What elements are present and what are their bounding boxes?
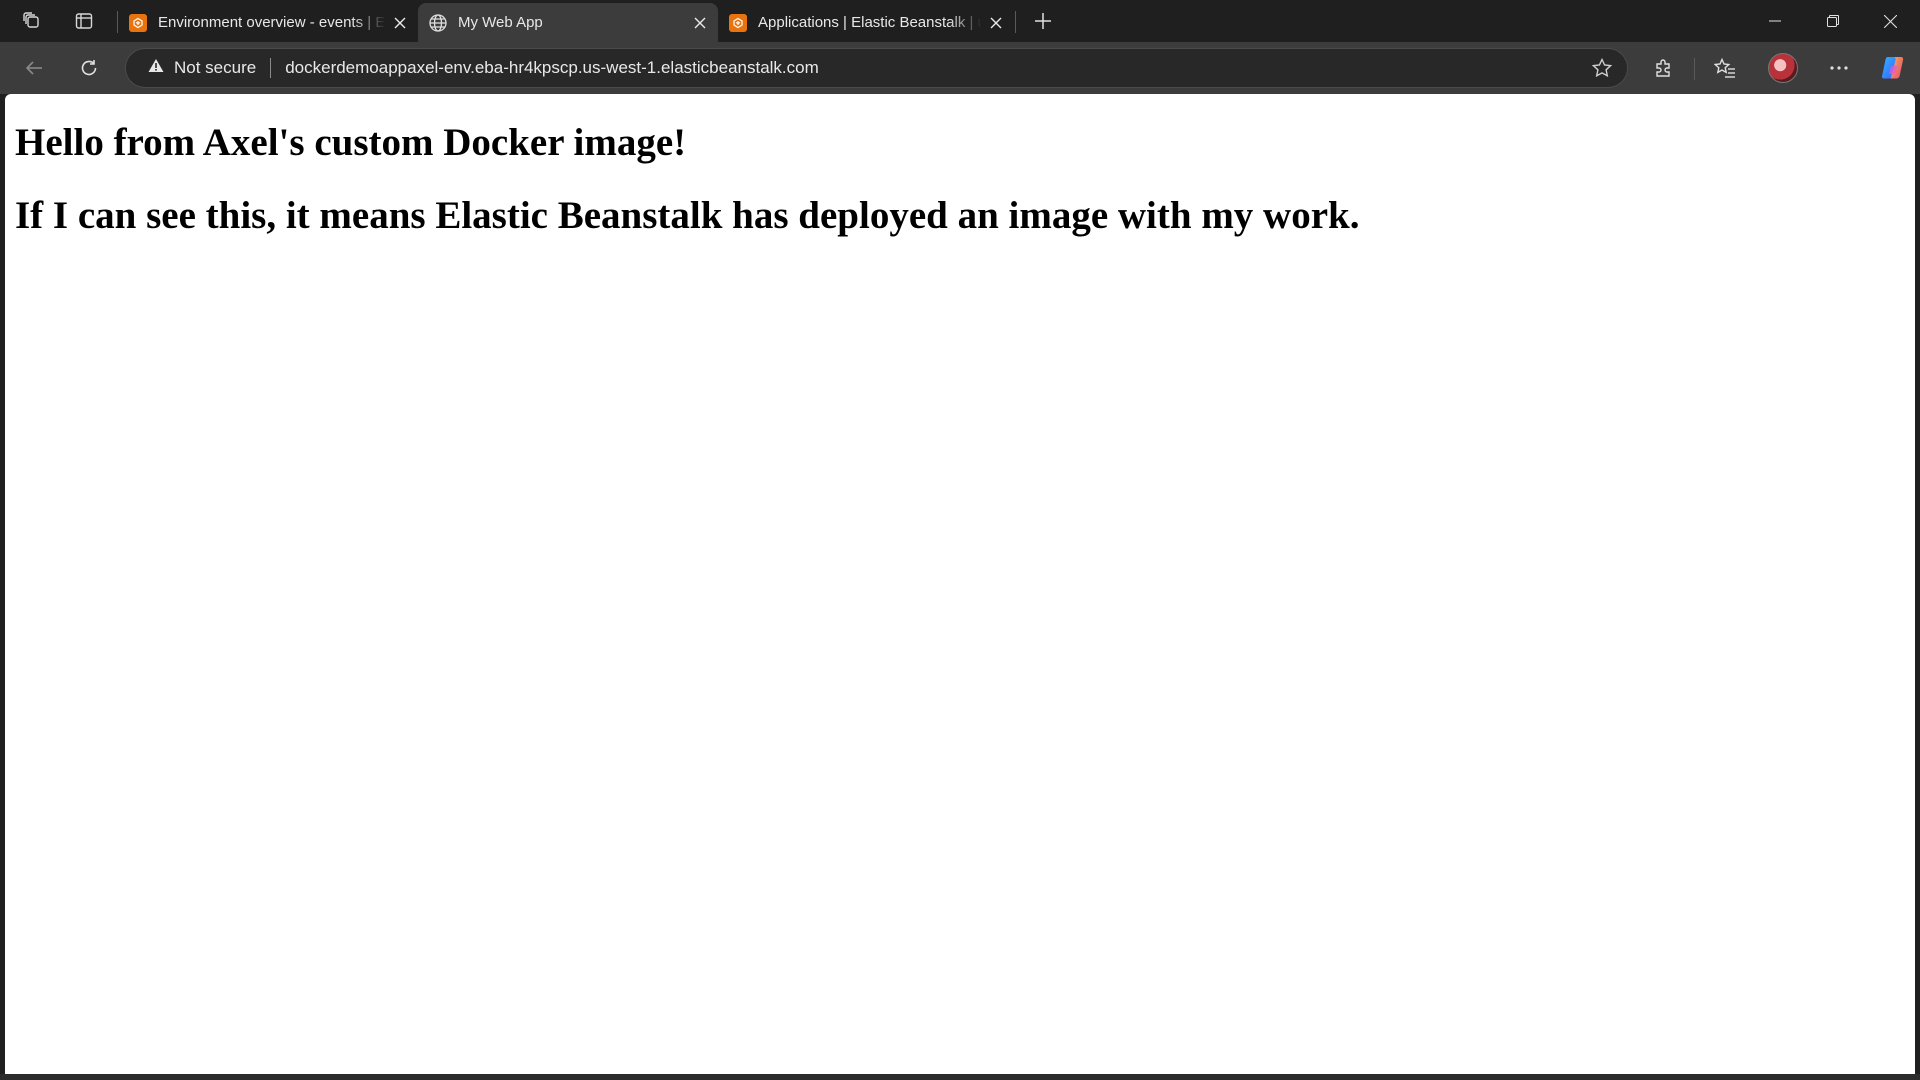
address-bar[interactable]: Not secure dockerdemoappaxel-env.eba-hr4…: [125, 48, 1628, 88]
page-subheading: If I can see this, it means Elastic Bean…: [15, 193, 1360, 237]
url-text[interactable]: dockerdemoappaxel-env.eba-hr4kpscp.us-we…: [285, 58, 819, 78]
security-label: Not secure: [174, 58, 257, 77]
minimize-icon[interactable]: [1747, 0, 1803, 42]
aws-beanstalk-icon: [728, 13, 748, 33]
tab-strip: Environment overview - events | Elastic …: [0, 0, 1920, 42]
workspaces-icon[interactable]: [14, 6, 50, 36]
restore-icon[interactable]: [1805, 0, 1861, 42]
warning-icon: [148, 58, 164, 78]
close-icon[interactable]: [386, 9, 414, 37]
back-icon[interactable]: [16, 51, 52, 85]
page-heading: Hello from Axel's custom Docker image!: [15, 121, 687, 164]
copilot-icon[interactable]: [1879, 54, 1907, 82]
page-viewport: Hello from Axel's custom Docker image! I…: [5, 94, 1915, 1074]
extensions-icon[interactable]: [1646, 51, 1682, 85]
globe-icon: [428, 13, 448, 33]
tab-title: Environment overview - events | Elastic …: [158, 14, 386, 31]
aws-beanstalk-icon: [128, 13, 148, 33]
tab-my-web-app[interactable]: My Web App: [418, 3, 718, 42]
tab-title: Applications | Elastic Beanstalk | us-we…: [758, 14, 982, 31]
toolbar-separator: [1694, 58, 1695, 80]
favorites-icon[interactable]: [1707, 51, 1743, 85]
window-bottom-edge: [0, 1074, 1920, 1080]
toolbar: Not secure dockerdemoappaxel-env.eba-hr4…: [0, 42, 1920, 94]
profile-avatar[interactable]: [1768, 53, 1798, 83]
security-indicator[interactable]: Not secure: [148, 58, 256, 78]
refresh-icon[interactable]: [71, 51, 107, 85]
tab-title: My Web App: [458, 14, 543, 31]
tab-applications[interactable]: Applications | Elastic Beanstalk | us-we…: [718, 3, 1014, 42]
omnibox-divider: [270, 58, 272, 78]
tab-environment-overview[interactable]: Environment overview - events | Elastic …: [118, 3, 418, 42]
window-close-icon[interactable]: [1862, 0, 1918, 42]
vertical-tabs-icon[interactable]: [66, 6, 102, 36]
more-options-icon[interactable]: [1821, 51, 1857, 85]
close-icon[interactable]: [686, 9, 714, 37]
favorite-star-icon[interactable]: [1591, 57, 1613, 84]
new-tab-icon[interactable]: [1025, 6, 1061, 36]
tab-separator: [1015, 11, 1016, 33]
close-icon[interactable]: [982, 9, 1010, 37]
